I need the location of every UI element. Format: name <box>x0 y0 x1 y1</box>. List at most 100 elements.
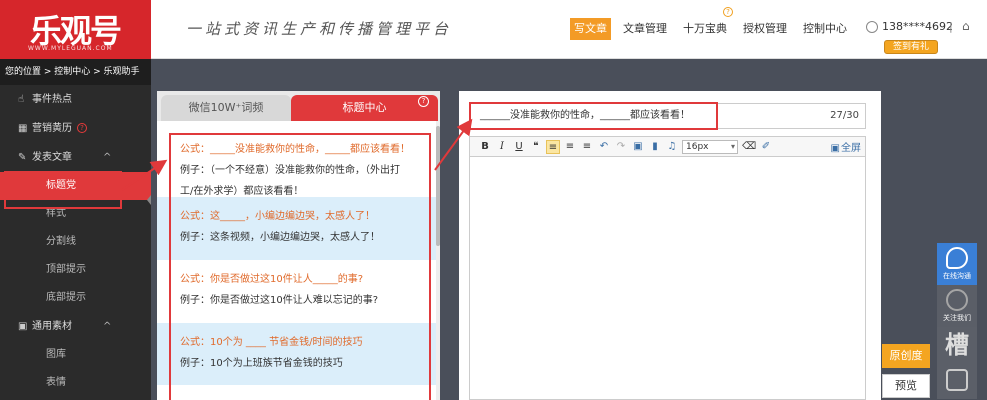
formula-text: 公式：这_____，小编边编边哭，太感人了！ <box>180 211 375 222</box>
user-icon <box>866 20 878 33</box>
example-text: 例子：10个为上班族节省金钱的技巧 <box>180 358 343 369</box>
home-icon[interactable]: ⌂ <box>962 20 974 32</box>
slot-glyph: 槽 <box>945 331 969 359</box>
formula-list: 公式：_____没准能救你的性命，_____都应该看看！ 例子：（一个不经意）没… <box>157 130 436 385</box>
list-item[interactable]: 公式：这_____，小编边编边哭，太感人了！ 例子：这条视频，小编边编边哭，太感… <box>157 197 436 260</box>
sidebar-item-label: 发表文章 <box>32 152 72 163</box>
originality-button[interactable]: 原创度 <box>882 344 930 368</box>
nav-article-management[interactable]: 文章管理 <box>619 18 671 40</box>
sidebar-item-marketing-calendar[interactable]: ▦ 营销黄历 ? <box>0 114 151 143</box>
floating-service-bar: 在线沟通 关注我们 槽 <box>937 243 977 399</box>
sidebar: 您的位置 > 控制中心 > 乐观助手 ☝ 事件热点 ▦ 营销黄历 ? ✎ 发表文章 ^… <box>0 59 151 400</box>
align-center-icon[interactable]: ≡ <box>563 140 577 154</box>
nav-handbook-label: 十万宝典 <box>683 22 727 35</box>
slogan: 一站式资讯生产和传播管理平台 <box>186 20 453 38</box>
sidebar-item-common-material[interactable]: ▣ 通用素材 ^ <box>0 312 151 341</box>
list-item[interactable]: 公式：你是否做过这10件让人_____的事? 例子：你是否做过这10件让人难以忘… <box>157 260 436 323</box>
calendar-icon: ▦ <box>18 123 28 134</box>
divider: | <box>949 20 953 33</box>
underline-button[interactable]: U <box>512 140 526 154</box>
title-char-count: 27/30 <box>830 110 859 121</box>
list-item[interactable]: 公式：_____没准能救你的性命，_____都应该看看！ 例子：（一个不经意）没… <box>157 130 436 197</box>
qr-icon <box>946 289 968 311</box>
article-editor: ______没准能救你的性命，______都应该看看！ 27/30 B I U … <box>459 91 881 400</box>
sidebar-subitem-gallery[interactable]: 图库 <box>0 341 151 369</box>
nav-write-article[interactable]: 写文章 <box>570 18 611 40</box>
hand-pointer-icon: ☝ <box>18 94 25 105</box>
collapse-arrow-icon[interactable] <box>147 195 151 205</box>
user-account[interactable]: 138****4692 <box>866 20 953 33</box>
formula-text: 公式：_____没准能救你的性命，_____都应该看看！ <box>180 144 410 155</box>
example-text: 例子：这条视频，小编边编边哭，太感人了！ <box>180 232 380 243</box>
clear-format-icon[interactable]: ⌫ <box>742 140 756 154</box>
nav-control-center[interactable]: 控制中心 <box>799 18 851 40</box>
fullscreen-label: 全屏 <box>841 143 861 154</box>
image-icon[interactable]: ▣ <box>631 140 645 154</box>
edit-icon: ✎ <box>18 152 27 163</box>
example-text: 例子：（一个不经意）没准能救你的性命，（外出打 <box>180 165 400 176</box>
undo-icon[interactable]: ↶ <box>597 140 611 154</box>
redo-icon[interactable]: ↷ <box>614 140 628 154</box>
formula-text: 公式：你是否做过这10件让人_____的事? <box>180 274 364 285</box>
slot-button[interactable]: 槽 <box>937 327 977 363</box>
sidebar-subitem-style[interactable]: 样式 <box>0 200 151 228</box>
sidebar-item-hot-events[interactable]: ☝ 事件热点 <box>0 85 151 114</box>
online-chat-label: 在线沟通 <box>943 272 971 280</box>
editor-toolbar: B I U ❝ ≡ ≡ ≡ ↶ ↷ ▣ ▮ ♫ 16px ⌫ ✐ ▣全屏 <box>469 136 866 157</box>
quote-button[interactable]: ❝ <box>529 140 543 154</box>
font-size-select[interactable]: 16px <box>682 139 738 154</box>
panel-tabs: 微信10W⁺词频 标题中心 <box>157 91 440 121</box>
nav-handbook[interactable]: 十万宝典 ? <box>679 7 733 40</box>
chevron-up-icon: ^ <box>103 152 112 163</box>
scrollbar[interactable] <box>436 121 440 400</box>
logo[interactable]: 乐观号 WWW.MYLEGUAN.COM <box>0 0 151 59</box>
sidebar-subitem-divider[interactable]: 分割线 <box>0 228 151 256</box>
breadcrumb: 您的位置 > 控制中心 > 乐观助手 <box>0 59 151 85</box>
user-card-icon <box>946 369 968 391</box>
sidebar-subitem-top-tip[interactable]: 顶部提示 <box>0 256 151 284</box>
tab-wechat-word-freq[interactable]: 微信10W⁺词频 <box>161 95 291 121</box>
help-icon[interactable]: ? <box>418 96 429 107</box>
checkin-button[interactable]: 签到有礼 <box>884 40 938 54</box>
bold-button[interactable]: B <box>478 140 492 154</box>
video-icon[interactable]: ▮ <box>648 140 662 154</box>
help-icon[interactable]: ? <box>723 7 733 17</box>
list-item[interactable]: 公式：10个为 ____ 节省金钱/时间的技巧 例子：10个为上班族节省金钱的技… <box>157 323 436 385</box>
align-left-icon[interactable]: ≡ <box>546 139 560 154</box>
align-right-icon[interactable]: ≡ <box>580 140 594 154</box>
example-text: 例子：你是否做过这10件让人难以忘记的事? <box>180 295 379 306</box>
nav-authorization[interactable]: 授权管理 <box>739 18 791 40</box>
sidebar-item-label: 营销黄历 <box>32 123 72 134</box>
editor-content-area[interactable] <box>469 157 866 400</box>
image-icon: ▣ <box>18 321 28 332</box>
music-icon[interactable]: ♫ <box>665 140 679 154</box>
top-bar: 乐观号 WWW.MYLEGUAN.COM 一站式资讯生产和传播管理平台 写文章 … <box>0 0 987 59</box>
sidebar-item-label: 通用素材 <box>32 321 72 332</box>
fullscreen-button[interactable]: ▣全屏 <box>831 139 862 154</box>
user-phone: 138****4692 <box>882 20 953 33</box>
sidebar-item-label: 事件热点 <box>32 94 72 105</box>
top-nav: 写文章 文章管理 十万宝典 ? 授权管理 控制中心 <box>570 7 859 40</box>
sidebar-item-publish-article[interactable]: ✎ 发表文章 ^ <box>0 143 151 172</box>
preview-button[interactable]: 预览 <box>882 374 930 398</box>
logo-subtext: WWW.MYLEGUAN.COM <box>28 45 113 52</box>
sidebar-subitem-clickbait[interactable]: 标题党 <box>0 172 151 200</box>
fullscreen-icon: ▣ <box>830 143 840 154</box>
sidebar-subitem-bottom-tip[interactable]: 底部提示 <box>0 284 151 312</box>
formula-text: 公式：10个为 ____ 节省金钱/时间的技巧 <box>180 337 363 348</box>
title-formula-panel: 微信10W⁺词频 标题中心 公式：_____没准能救你的性命，_____都应该看… <box>157 91 440 400</box>
help-icon[interactable]: ? <box>77 123 87 133</box>
format-brush-icon[interactable]: ✐ <box>759 140 773 154</box>
tab-title-center[interactable]: 标题中心 <box>291 95 438 121</box>
italic-button[interactable]: I <box>495 140 509 154</box>
chevron-up-icon: ^ <box>103 321 112 332</box>
follow-us-button[interactable]: 关注我们 <box>937 285 977 327</box>
scrollbar-thumb[interactable] <box>436 126 440 246</box>
user-card-button[interactable] <box>937 363 977 399</box>
title-value: ______没准能救你的性命，______都应该看看！ <box>480 110 690 121</box>
chat-icon <box>946 247 968 269</box>
follow-us-label: 关注我们 <box>943 314 971 322</box>
sidebar-subitem-emoji[interactable]: 表情 <box>0 369 151 397</box>
online-chat-button[interactable]: 在线沟通 <box>937 243 977 285</box>
title-field[interactable]: ______没准能救你的性命，______都应该看看！ 27/30 <box>469 103 866 129</box>
